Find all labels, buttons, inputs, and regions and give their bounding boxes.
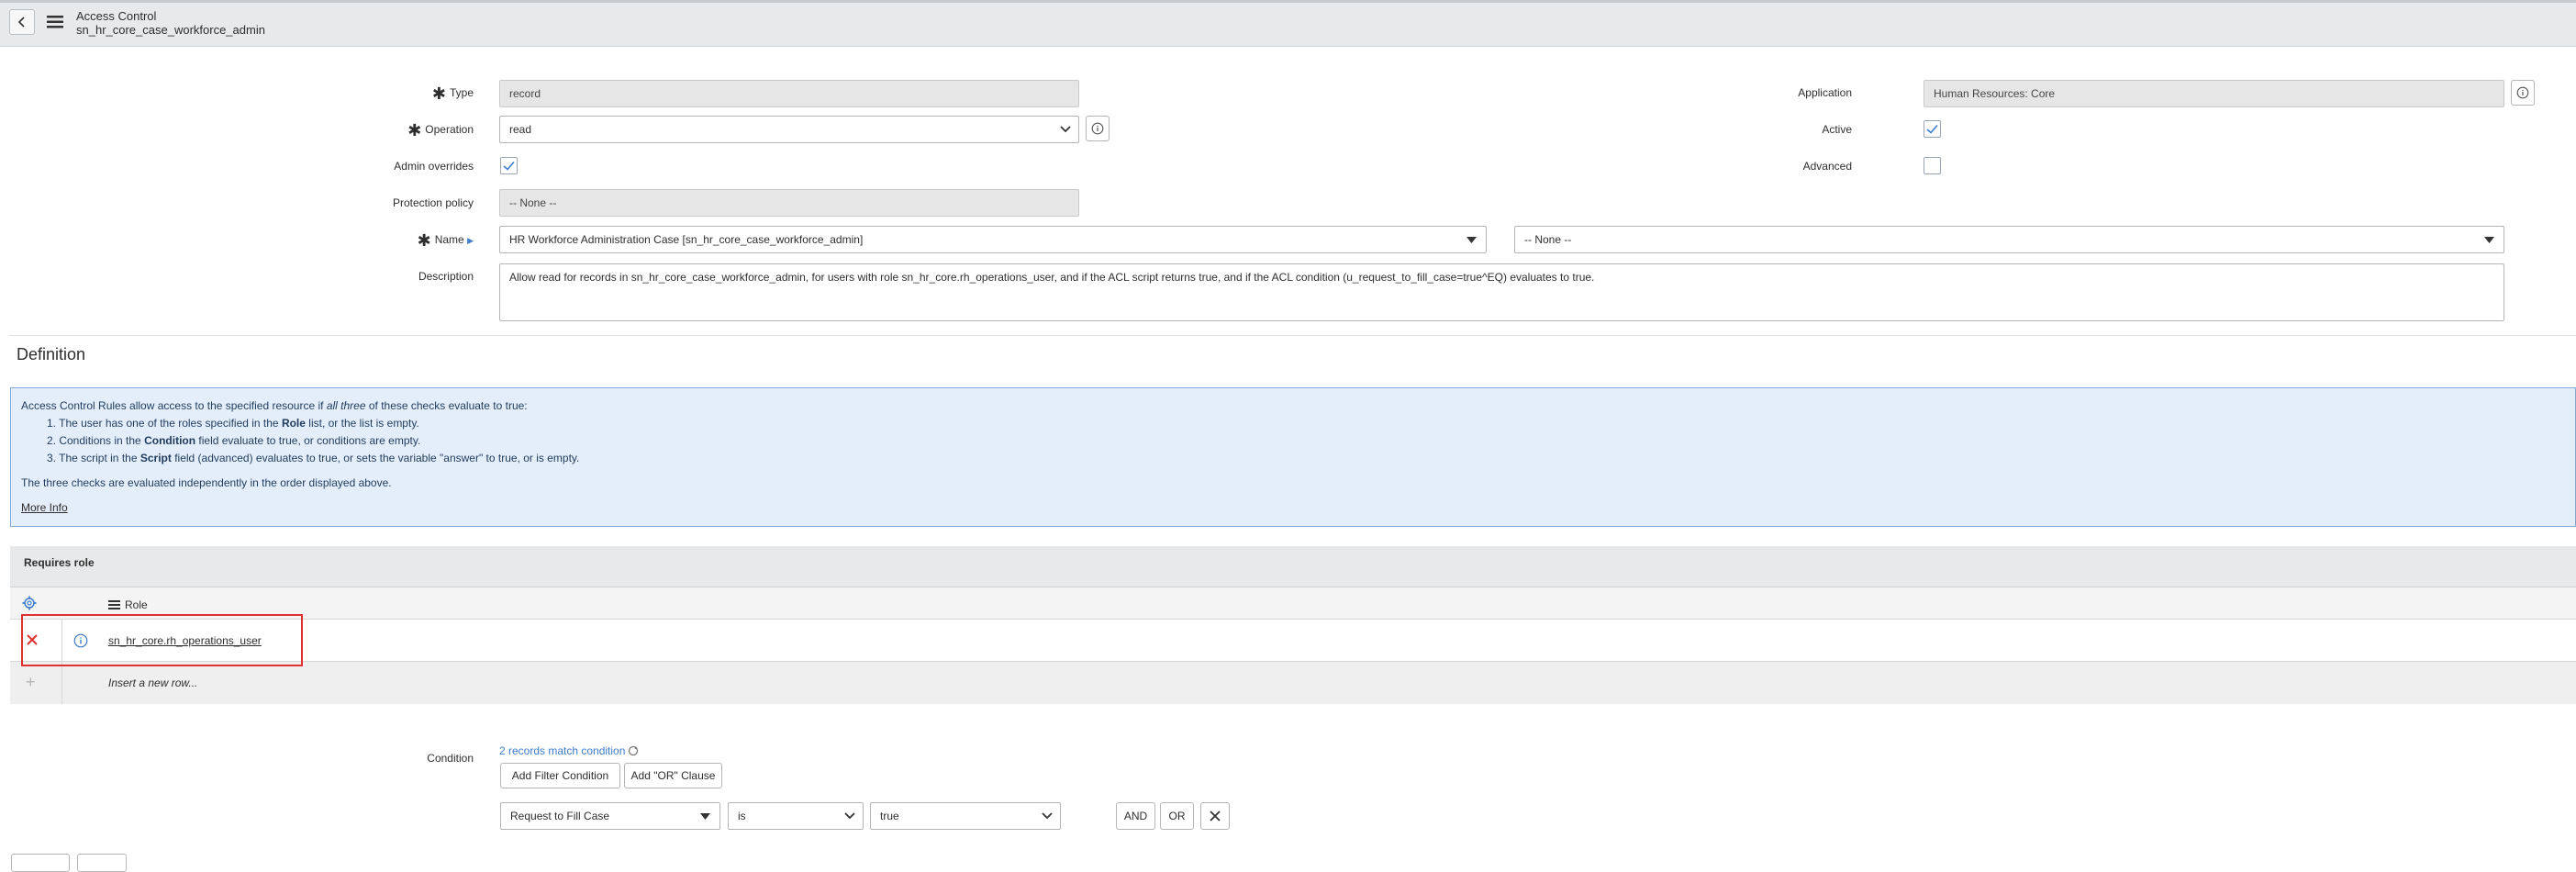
form-header — [0, 0, 2576, 47]
insert-new-row[interactable]: Insert a new row... — [108, 676, 197, 689]
requires-role-header — [10, 546, 2576, 587]
advanced-checkbox[interactable] — [1924, 157, 1941, 174]
role-column-header[interactable]: Role — [108, 598, 148, 611]
condition-field-select[interactable]: Request to Fill Case — [500, 802, 720, 830]
definition-item: 3. The script in the Script field (advan… — [47, 452, 580, 464]
name-label: ✱ Name ▶ — [417, 231, 474, 250]
operation-select[interactable]: read — [499, 116, 1079, 143]
condition-value-select[interactable]: true — [870, 802, 1061, 830]
condition-operator-select[interactable]: is — [728, 802, 864, 830]
column-menu-icon[interactable] — [108, 600, 120, 609]
definition-item: 2. Conditions in the Condition field eva… — [47, 434, 421, 447]
highlight-box — [21, 614, 303, 666]
caret-down-icon — [700, 813, 710, 820]
or-button[interactable]: OR — [1160, 802, 1194, 830]
close-icon — [1210, 811, 1221, 822]
delete-condition-button[interactable] — [1200, 802, 1230, 830]
back-button[interactable] — [9, 9, 35, 35]
advanced-label: Advanced — [1802, 160, 1852, 173]
expand-triangle-icon[interactable]: ▶ — [467, 236, 474, 245]
gear-icon[interactable] — [22, 596, 37, 613]
name-table-select[interactable]: HR Workforce Administration Case [sn_hr_… — [499, 226, 1487, 253]
definition-note: The three checks are evaluated independe… — [21, 476, 392, 489]
and-button[interactable]: AND — [1116, 802, 1155, 830]
chevron-down-icon — [1042, 812, 1053, 820]
insert-row — [10, 662, 2576, 704]
add-or-clause-button[interactable]: Add "OR" Clause — [624, 763, 722, 788]
definition-info-box: Access Control Rules allow access to the… — [10, 387, 2576, 527]
type-label: ✱ Type — [431, 84, 474, 103]
section-divider — [9, 335, 2576, 336]
admin-overrides-label: Admin overrides — [394, 160, 474, 173]
checkmark-icon — [503, 161, 515, 171]
caret-down-icon — [1466, 237, 1477, 243]
admin-overrides-checkbox[interactable] — [500, 157, 518, 174]
info-icon — [1091, 122, 1104, 135]
match-condition-link[interactable]: 2 records match condition — [499, 744, 639, 757]
form-action-button[interactable] — [77, 854, 127, 872]
definition-item: 1. The user has one of the roles specifi… — [47, 417, 419, 430]
active-label: Active — [1822, 123, 1852, 136]
operation-value: read — [509, 123, 532, 136]
operation-info-button[interactable] — [1086, 116, 1110, 141]
description-textarea[interactable]: Allow read for records in sn_hr_core_cas… — [499, 263, 2504, 321]
active-checkbox[interactable] — [1924, 120, 1941, 138]
form-action-button[interactable] — [11, 854, 70, 872]
more-info-link[interactable]: More Info — [21, 501, 68, 514]
add-row-icon[interactable]: + — [26, 674, 36, 690]
required-asterisk-icon: ✱ — [407, 121, 422, 140]
operation-label: ✱ Operation — [407, 121, 474, 140]
condition-value-text: true — [880, 810, 899, 822]
role-column-label: Role — [125, 598, 148, 611]
definition-heading: Definition — [17, 345, 86, 363]
name-field-select[interactable]: -- None -- — [1514, 226, 2504, 253]
checkmark-icon — [1926, 124, 1938, 134]
application-info-button[interactable] — [2511, 80, 2535, 106]
refresh-icon — [629, 745, 639, 756]
table-row — [10, 620, 2576, 662]
application-field[interactable]: Human Resources: Core — [1924, 80, 2504, 107]
list-column-header — [10, 587, 2576, 620]
requires-role-title: Requires role — [24, 556, 95, 569]
protection-policy-field[interactable]: -- None -- — [499, 189, 1079, 217]
protection-policy-label: Protection policy — [392, 196, 474, 209]
type-field[interactable]: record — [499, 80, 1079, 107]
condition-operator-value: is — [738, 810, 746, 822]
condition-label: Condition — [427, 752, 474, 765]
chevron-down-icon — [844, 812, 855, 820]
page-title: Access Control — [76, 9, 157, 23]
caret-down-icon — [2484, 237, 2494, 243]
hamburger-menu-icon[interactable] — [46, 14, 64, 30]
required-asterisk-icon: ✱ — [417, 231, 431, 250]
name-field-value: -- None -- — [1524, 233, 1572, 246]
definition-intro: Access Control Rules allow access to the… — [21, 399, 528, 412]
required-asterisk-icon: ✱ — [431, 84, 446, 103]
name-table-value: HR Workforce Administration Case [sn_hr_… — [509, 233, 864, 246]
description-label: Description — [418, 270, 474, 283]
match-condition-text: 2 records match condition — [499, 744, 626, 757]
condition-field-value: Request to Fill Case — [510, 810, 610, 822]
add-filter-condition-button[interactable]: Add Filter Condition — [500, 763, 620, 788]
chevron-down-icon — [1060, 126, 1071, 133]
application-label: Application — [1798, 86, 1852, 99]
info-icon — [2516, 86, 2529, 99]
chevron-left-icon — [17, 17, 25, 28]
page-subtitle: sn_hr_core_case_workforce_admin — [76, 23, 265, 37]
